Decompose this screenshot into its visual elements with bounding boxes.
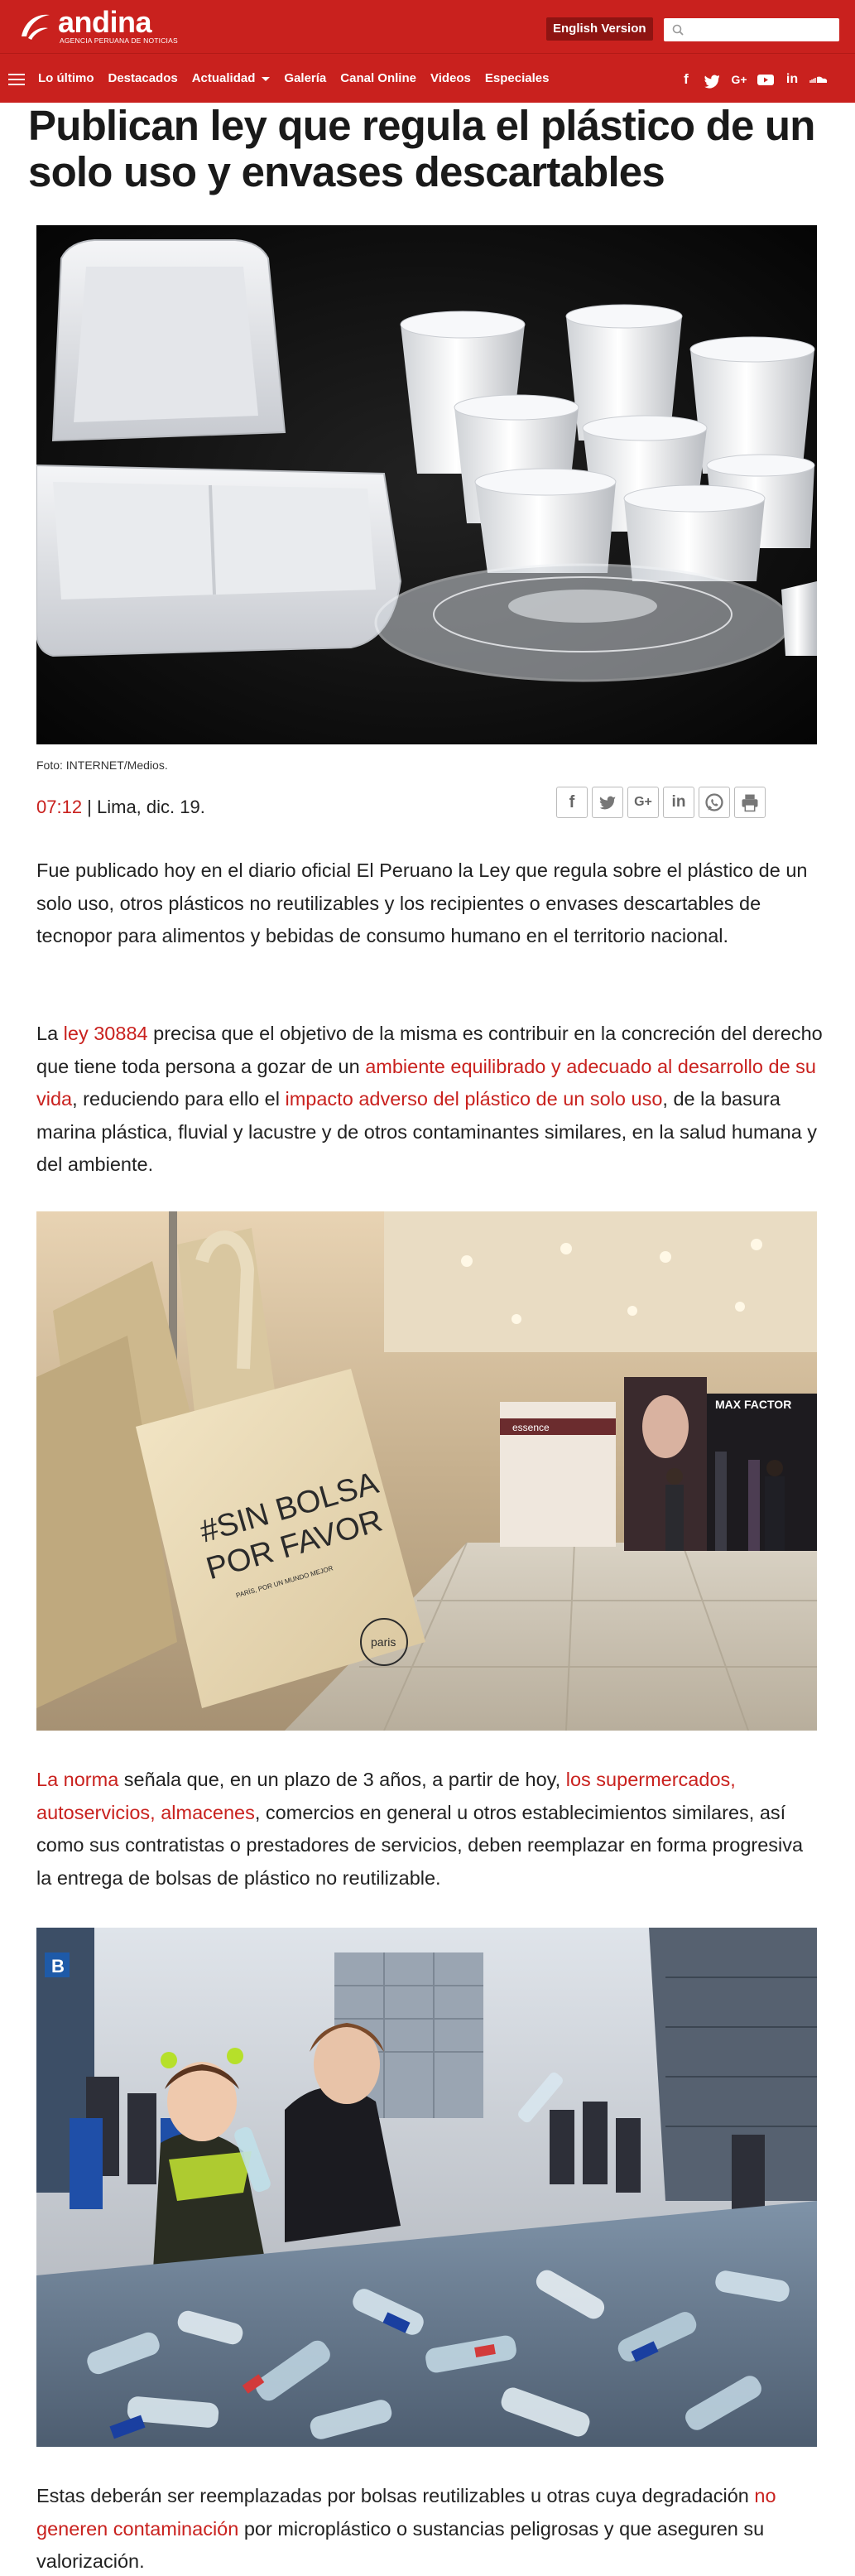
logo-name: andina	[58, 5, 152, 39]
search-input[interactable]	[664, 18, 839, 41]
print-icon[interactable]	[734, 787, 766, 818]
p2-text-3: , reduciendo para ello el	[72, 1088, 286, 1110]
english-version-button[interactable]: English Version	[546, 17, 653, 41]
top-header: andina AGENCIA PERUANA DE NOTICIAS Engli…	[0, 0, 855, 53]
store-sign-essence: essence	[512, 1422, 550, 1433]
photo3-sign: B	[51, 1956, 65, 1977]
article-photo-reusable-bags: essence MAX FACTOR #SIN BOLSA POR FAVOR …	[36, 1211, 817, 1731]
social-links: f G+ in	[675, 70, 833, 89]
search-box[interactable]	[664, 18, 839, 41]
nav-item-videos[interactable]: Videos	[430, 70, 471, 87]
twitter-icon[interactable]	[592, 787, 623, 818]
reusable-bags-illustration: essence MAX FACTOR #SIN BOLSA POR FAVOR …	[36, 1211, 817, 1731]
paragraph-4: Estas deberán ser reemplazadas por bolsa…	[36, 2480, 823, 2576]
share-buttons: f G+ in	[556, 787, 770, 818]
soundcloud-icon[interactable]	[807, 70, 830, 89]
linkedin-icon[interactable]: in	[663, 787, 694, 818]
dateline: 07:12 | Lima, dic. 19.	[36, 797, 205, 818]
publish-time: 07:12	[36, 797, 83, 817]
dateline-location: | Lima, dic. 19.	[82, 797, 205, 817]
facebook-icon[interactable]: f	[556, 787, 588, 818]
google-plus-icon[interactable]: G+	[627, 787, 659, 818]
paragraph-1: Fue publicado hoy en el diario oficial E…	[36, 859, 808, 946]
andina-logo[interactable]: andina AGENCIA PERUANA DE NOTICIAS	[17, 5, 178, 48]
photo-credit: Foto: INTERNET/Medios.	[36, 758, 168, 772]
nav-item-galeria[interactable]: Galería	[284, 70, 326, 87]
paragraph-2: La ley 30884 precisa que el objetivo de …	[36, 1018, 823, 1182]
twitter-icon[interactable]	[701, 70, 724, 89]
article-photo-foam-containers	[36, 225, 817, 744]
nav-item-destacados[interactable]: Destacados	[108, 70, 178, 87]
p4-text-1: Estas deberán ser reemplazadas por bolsa…	[36, 2485, 755, 2506]
recycling-illustration: B	[36, 1928, 817, 2447]
p2-text-1: La	[36, 1023, 64, 1044]
foam-containers-illustration	[36, 225, 817, 744]
logo-text: andina AGENCIA PERUANA DE NOTICIAS	[58, 5, 178, 46]
search-icon	[672, 24, 684, 36]
link-impacto-adverso[interactable]: impacto adverso del plástico de un solo …	[286, 1088, 663, 1110]
p3-text-1: señala que, en un plazo de 3 años, a par…	[118, 1769, 566, 1790]
youtube-icon[interactable]	[754, 70, 777, 89]
link-ley-30884[interactable]: ley 30884	[64, 1023, 148, 1044]
google-plus-icon[interactable]: G+	[728, 70, 751, 89]
logo-tagline: AGENCIA PERUANA DE NOTICIAS	[60, 36, 178, 45]
main-nav: Lo último Destacados Actualidad Galería …	[0, 53, 855, 103]
paragraph-3: La norma señala que, en un plazo de 3 añ…	[36, 1764, 823, 1895]
hamburger-menu-icon[interactable]	[8, 74, 25, 85]
nav-item-actualidad[interactable]: Actualidad	[192, 70, 271, 87]
nav-item-lo-ultimo[interactable]: Lo último	[38, 70, 94, 87]
logo-swoosh-icon	[22, 14, 50, 40]
bag-logo: paris	[371, 1635, 396, 1649]
nav-item-especiales[interactable]: Especiales	[485, 70, 550, 87]
facebook-icon[interactable]: f	[675, 70, 698, 89]
linkedin-icon[interactable]: in	[781, 70, 804, 89]
store-sign-max-factor: MAX FACTOR	[715, 1398, 791, 1411]
caret-down-icon	[262, 76, 271, 81]
article-photo-recycling-bottles: B	[36, 1928, 817, 2447]
link-la-norma[interactable]: La norma	[36, 1769, 118, 1790]
nav-item-canal-online[interactable]: Canal Online	[340, 70, 416, 87]
nav-item-actualidad-label: Actualidad	[191, 71, 256, 85]
article-title: Publican ley que regula el plástico de u…	[28, 102, 815, 195]
nav-items: Lo último Destacados Actualidad Galería …	[38, 70, 563, 87]
whatsapp-icon[interactable]	[699, 787, 730, 818]
